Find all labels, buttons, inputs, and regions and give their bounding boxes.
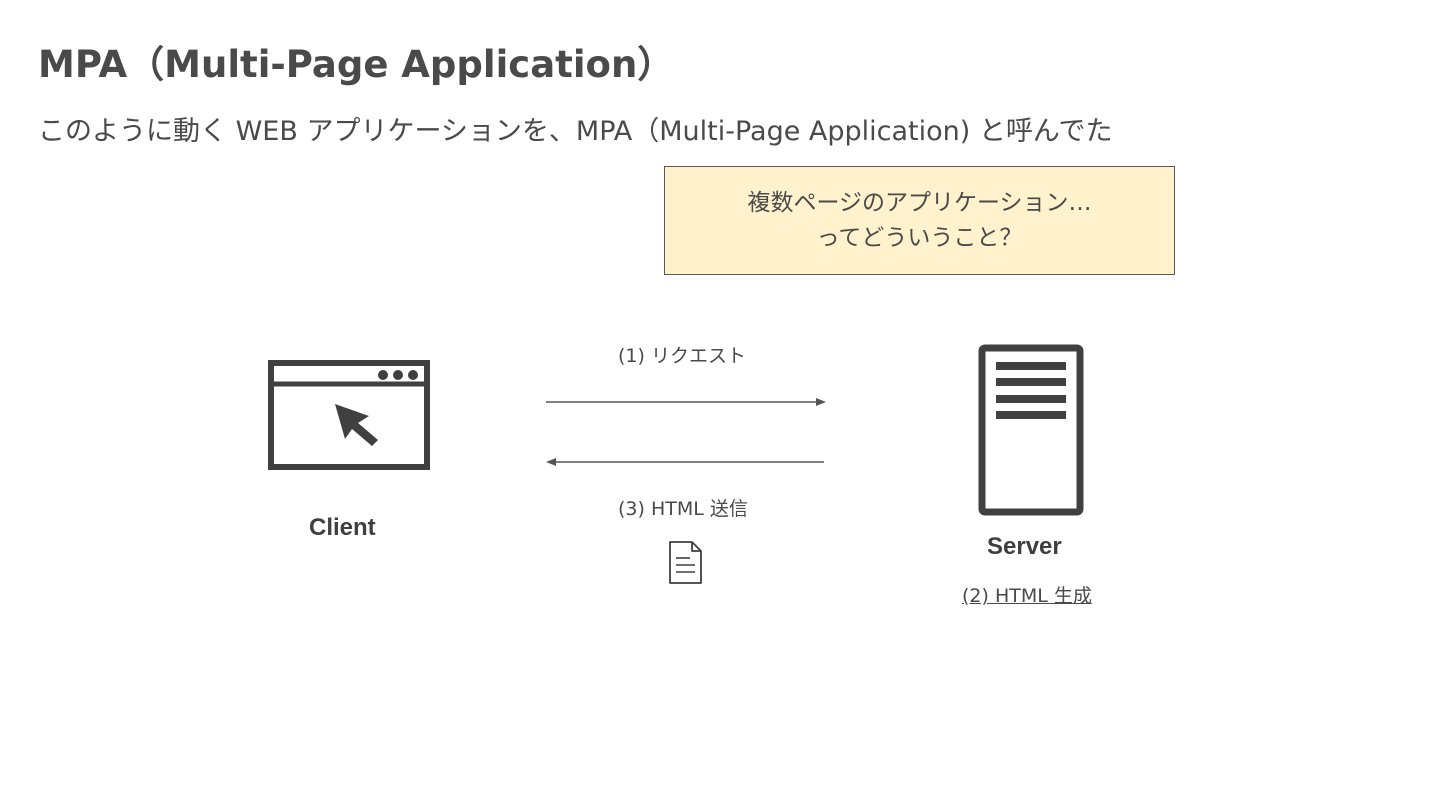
client-label: Client <box>309 514 376 541</box>
slide-title: MPA（Multi-Page Application） <box>38 43 675 86</box>
request-label: (1) リクエスト <box>618 345 746 367</box>
note-line-2: ってどういうこと？ <box>816 224 1023 251</box>
browser-window-icon <box>268 360 430 470</box>
question-note-box: 複数ページのアプリケーション… ってどういうこと？ <box>664 166 1175 275</box>
html-generate-link[interactable]: (2) HTML 生成 <box>962 581 1092 608</box>
document-icon <box>669 541 702 584</box>
response-arrow <box>546 458 824 466</box>
request-arrow <box>546 398 826 406</box>
server-icon <box>978 344 1084 516</box>
response-label: (3) HTML 送信 <box>618 498 748 520</box>
cursor-arrow-icon <box>335 404 378 446</box>
slide-subtitle: このように動く WEB アプリケーションを、MPA（Multi-Page App… <box>38 116 1113 147</box>
note-line-1: 複数ページのアプリケーション… <box>747 189 1092 216</box>
server-label: Server <box>987 533 1062 560</box>
